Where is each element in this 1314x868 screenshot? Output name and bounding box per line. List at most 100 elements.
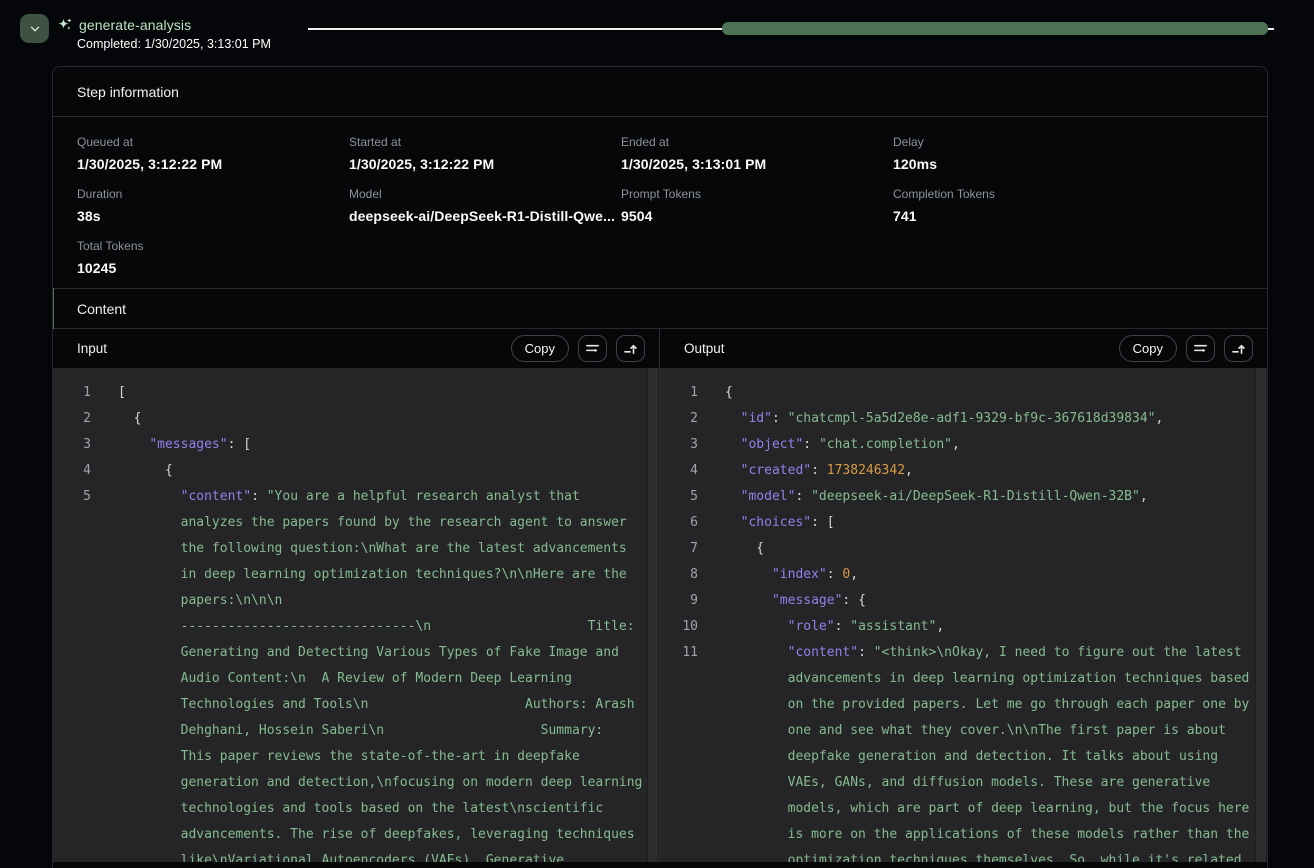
- line-number: [53, 796, 91, 822]
- line-number: [53, 848, 91, 862]
- code-line: 10 "role": "assistant",: [660, 614, 1267, 640]
- timeline-end-tick: [1268, 28, 1274, 30]
- line-number: 5: [660, 484, 698, 510]
- field-model: Model deepseek-ai/DeepSeek-R1-Distill-Qw…: [349, 187, 621, 224]
- expand-up-icon: [1231, 341, 1246, 356]
- code-line: one and see what they cover.\n\nThe firs…: [660, 718, 1267, 744]
- expand-up-icon: [623, 341, 638, 356]
- timeline-duration-bar[interactable]: [722, 22, 1268, 35]
- line-number: 6: [660, 510, 698, 536]
- code-line: 7 {: [660, 536, 1267, 562]
- line-number: 11: [660, 640, 698, 666]
- line-number: [53, 718, 91, 744]
- code-line: 6 "choices": [: [660, 510, 1267, 536]
- line-number: [53, 770, 91, 796]
- wrap-text-button[interactable]: [1186, 335, 1215, 362]
- line-number: [660, 770, 698, 796]
- code-line: is more on the applications of these mod…: [660, 822, 1267, 848]
- wrap-text-icon: [1193, 341, 1208, 356]
- line-number: [53, 614, 91, 640]
- field-ended-at: Ended at 1/30/2025, 3:13:01 PM: [621, 135, 893, 172]
- code-line: 5 "content": "You are a helpful research…: [53, 484, 659, 510]
- code-line: This paper reviews the state-of-the-art …: [53, 744, 659, 770]
- line-number: [53, 562, 91, 588]
- output-scrollbar[interactable]: [1255, 368, 1267, 862]
- field-duration: Duration 38s: [77, 187, 349, 224]
- step-information-header: Step information: [53, 67, 1267, 117]
- line-number: 5: [53, 484, 91, 510]
- line-number: [53, 692, 91, 718]
- field-started-at: Started at 1/30/2025, 3:12:22 PM: [349, 135, 621, 172]
- input-code-editor[interactable]: 1[2 {3 "messages": [4 {5 "content": "You…: [53, 368, 659, 862]
- line-number: [53, 822, 91, 848]
- code-line: Dehghani, Hossein Saberi\n Summary:: [53, 718, 659, 744]
- code-line: Generating and Detecting Various Types o…: [53, 640, 659, 666]
- code-line: 4 "created": 1738246342,: [660, 458, 1267, 484]
- expand-button[interactable]: [1224, 335, 1253, 362]
- collapse-button[interactable]: [20, 14, 49, 43]
- line-number: 4: [53, 458, 91, 484]
- code-line: advancements. The rise of deepfakes, lev…: [53, 822, 659, 848]
- line-number: [660, 796, 698, 822]
- line-number: 1: [53, 380, 91, 406]
- input-panel-title: Input: [77, 341, 107, 356]
- code-line: like\nVariational Autoencoders (VAEs), G…: [53, 848, 659, 862]
- line-number: 3: [660, 432, 698, 458]
- content-section-header: Content: [53, 288, 1267, 329]
- code-line: 2 "id": "chatcmpl-5a5d2e8e-adf1-9329-bf9…: [660, 406, 1267, 432]
- code-line: VAEs, GANs, and diffusion models. These …: [660, 770, 1267, 796]
- code-line: generation and detection,\nfocusing on m…: [53, 770, 659, 796]
- code-line: 9 "message": {: [660, 588, 1267, 614]
- line-number: 4: [660, 458, 698, 484]
- trace-header: generate-analysis Completed: 1/30/2025, …: [0, 0, 1314, 66]
- code-line: 8 "index": 0,: [660, 562, 1267, 588]
- code-line: 3 "object": "chat.completion",: [660, 432, 1267, 458]
- code-line: advancements in deep learning optimizati…: [660, 666, 1267, 692]
- code-line: ------------------------------\n Title:: [53, 614, 659, 640]
- input-scrollbar[interactable]: [647, 368, 659, 862]
- line-number: [660, 666, 698, 692]
- line-number: [53, 640, 91, 666]
- line-number: 7: [660, 536, 698, 562]
- line-number: [660, 718, 698, 744]
- code-line: models, which are part of deep learning,…: [660, 796, 1267, 822]
- expand-button[interactable]: [616, 335, 645, 362]
- line-number: [660, 744, 698, 770]
- code-line: 1{: [660, 380, 1267, 406]
- code-line: deepfake generation and detection. It ta…: [660, 744, 1267, 770]
- code-line: technologies and tools based on the late…: [53, 796, 659, 822]
- step-name: generate-analysis: [79, 17, 191, 33]
- code-line: 1[: [53, 380, 659, 406]
- line-number: 2: [660, 406, 698, 432]
- field-queued-at: Queued at 1/30/2025, 3:12:22 PM: [77, 135, 349, 172]
- output-panel: Output Copy 1{2 "id": ": [660, 329, 1267, 862]
- step-detail-card: Step information Queued at 1/30/2025, 3:…: [52, 66, 1268, 868]
- wrap-text-button[interactable]: [578, 335, 607, 362]
- line-number: [53, 744, 91, 770]
- copy-output-button[interactable]: Copy: [1119, 335, 1177, 362]
- code-line: analyzes the papers found by the researc…: [53, 510, 659, 536]
- code-line: papers:\n\n\n: [53, 588, 659, 614]
- code-line: Audio Content:\n A Review of Modern Deep…: [53, 666, 659, 692]
- line-number: 1: [660, 380, 698, 406]
- code-line: optimization techniques themselves. So, …: [660, 848, 1267, 862]
- content-panels: Input Copy 1[2 {3 "m: [53, 329, 1267, 862]
- step-info-grid: Queued at 1/30/2025, 3:12:22 PM Started …: [53, 117, 1267, 288]
- line-number: [660, 822, 698, 848]
- code-line: the following question:\nWhat are the la…: [53, 536, 659, 562]
- sparkles-icon: [57, 17, 73, 33]
- chevron-down-icon: [28, 22, 42, 36]
- line-number: [53, 536, 91, 562]
- field-completion-tokens: Completion Tokens 741: [893, 187, 1243, 224]
- completed-timestamp: Completed: 1/30/2025, 3:13:01 PM: [77, 37, 271, 51]
- copy-input-button[interactable]: Copy: [511, 335, 569, 362]
- code-line: 2 {: [53, 406, 659, 432]
- line-number: [53, 588, 91, 614]
- line-number: [53, 510, 91, 536]
- line-number: 3: [53, 432, 91, 458]
- line-number: [53, 666, 91, 692]
- code-line: in deep learning optimization techniques…: [53, 562, 659, 588]
- content-title: Content: [77, 301, 126, 317]
- line-number: 2: [53, 406, 91, 432]
- output-code-editor[interactable]: 1{2 "id": "chatcmpl-5a5d2e8e-adf1-9329-b…: [660, 368, 1267, 862]
